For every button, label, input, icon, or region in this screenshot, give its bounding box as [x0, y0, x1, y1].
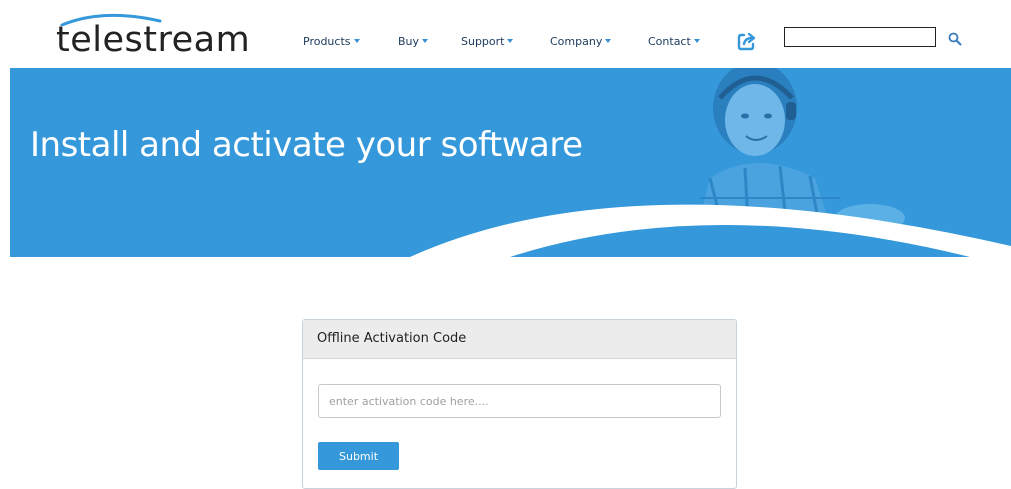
nav-label: Contact: [648, 35, 691, 48]
search-input[interactable]: [784, 27, 936, 47]
nav-label: Company: [550, 35, 603, 48]
search-icon[interactable]: [948, 32, 962, 46]
nav-company[interactable]: Company: [550, 33, 612, 51]
caret-down-icon: [422, 39, 429, 43]
activation-code-input[interactable]: [318, 384, 721, 418]
nav-label: Buy: [398, 35, 420, 48]
caret-down-icon: [605, 39, 612, 43]
nav-buy[interactable]: Buy: [398, 33, 429, 51]
nav-support[interactable]: Support: [461, 33, 514, 51]
share-arrow-icon[interactable]: [736, 30, 758, 52]
panel-heading: Offline Activation Code: [303, 320, 736, 359]
submit-button[interactable]: Submit: [318, 442, 399, 470]
nav-label: Products: [303, 35, 351, 48]
nav-contact[interactable]: Contact: [648, 33, 700, 51]
nav-products[interactable]: Products: [303, 33, 360, 51]
caret-down-icon: [693, 39, 700, 43]
hero-banner: Install and activate your software: [10, 68, 1011, 257]
offline-activation-panel: Offline Activation Code Submit: [302, 319, 737, 489]
logo-wordmark: telestream: [56, 20, 251, 60]
caret-down-icon: [353, 39, 360, 43]
hero-title: Install and activate your software: [30, 124, 583, 165]
telestream-logo[interactable]: telestream: [56, 12, 271, 60]
nav-label: Support: [461, 35, 505, 48]
caret-down-icon: [507, 39, 514, 43]
